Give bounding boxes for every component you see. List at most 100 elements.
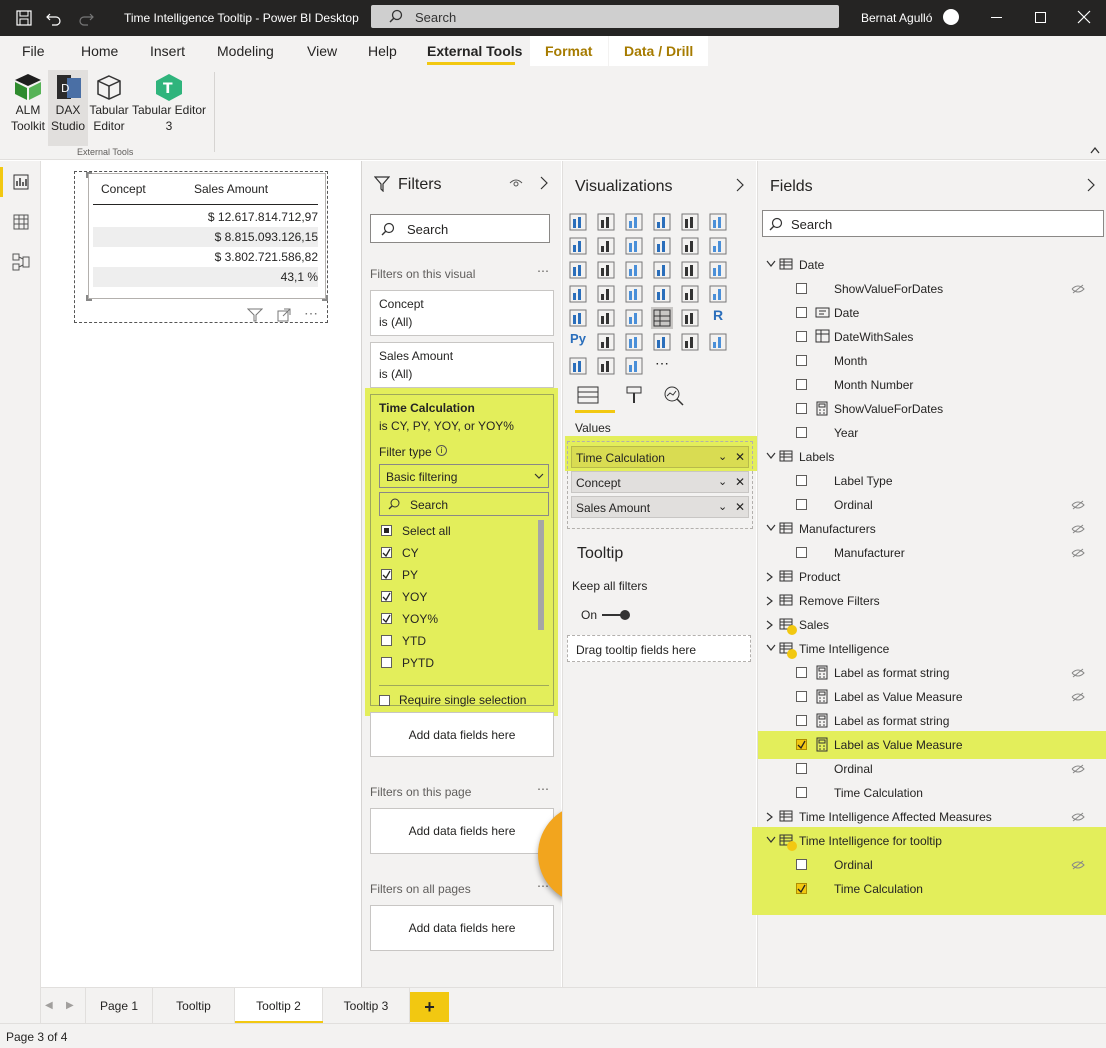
chevron-down-icon[interactable]: ⌄	[718, 450, 727, 463]
list-item[interactable]: PYTD	[381, 652, 531, 674]
add-fields-visual[interactable]: Add data fields here	[370, 712, 554, 757]
field-checkbox[interactable]	[796, 331, 807, 342]
field-checkbox[interactable]	[796, 475, 807, 486]
field-row[interactable]: Label as Value Measure	[758, 733, 1106, 757]
more-options-icon[interactable]: ⋯	[537, 264, 549, 278]
resize-handle[interactable]	[322, 295, 328, 301]
treemap-icon[interactable]	[707, 259, 729, 281]
pie-icon[interactable]	[651, 259, 673, 281]
field-checkbox[interactable]	[796, 691, 807, 702]
add-fields-all-pages[interactable]: Add data fields here	[370, 905, 554, 951]
line-column-icon[interactable]	[651, 235, 673, 257]
field-row[interactable]: Month	[758, 349, 1106, 373]
100-column-icon[interactable]	[707, 211, 729, 233]
data-view-icon[interactable]	[13, 214, 29, 230]
field-checkbox[interactable]	[796, 283, 807, 294]
tab-help[interactable]: Help	[368, 43, 397, 59]
field-checkbox[interactable]	[796, 787, 807, 798]
require-single-checkbox[interactable]	[379, 695, 390, 706]
map-icon[interactable]	[567, 283, 589, 305]
gauge-icon[interactable]	[679, 283, 701, 305]
field-table-row[interactable]: Date	[758, 253, 1106, 277]
field-table-row[interactable]: Labels	[758, 445, 1106, 469]
field-checkbox[interactable]	[796, 715, 807, 726]
field-row[interactable]: Label as Value Measure	[758, 685, 1106, 709]
fields-search-input[interactable]: Search	[762, 210, 1104, 237]
info-icon[interactable]: i	[436, 445, 447, 456]
stacked-bar-icon[interactable]	[567, 211, 589, 233]
field-checkbox[interactable]	[796, 883, 807, 894]
waterfall-icon[interactable]	[567, 259, 589, 281]
well-field-sales-amount[interactable]: Sales Amount ⌄ ✕	[571, 496, 749, 518]
ribbon-icon[interactable]	[707, 235, 729, 257]
decomposition-tree-icon[interactable]	[623, 331, 645, 353]
chevron-right-icon[interactable]	[766, 572, 774, 582]
list-item[interactable]: YOY%	[381, 608, 531, 630]
page-tab-tooltip[interactable]: Tooltip	[153, 988, 235, 1024]
field-table-row[interactable]: Manufacturers	[758, 517, 1106, 541]
chevron-right-icon[interactable]	[766, 620, 774, 630]
tab-modeling[interactable]: Modeling	[217, 43, 274, 59]
area-icon[interactable]	[595, 235, 617, 257]
field-row[interactable]: Time Calculation	[758, 877, 1106, 901]
field-row[interactable]: Manufacturer	[758, 541, 1106, 565]
filter-card-time-calculation[interactable]: Time Calculation is CY, PY, YOY, or YOY%…	[370, 394, 554, 707]
chevron-down-icon[interactable]: ⌄	[718, 500, 727, 513]
format-paint-icon[interactable]	[625, 385, 643, 405]
filters-search-input[interactable]: Search	[370, 214, 550, 243]
stacked-column-icon[interactable]	[595, 211, 617, 233]
field-checkbox[interactable]	[796, 403, 807, 414]
field-row[interactable]: ShowValueForDates	[758, 277, 1106, 301]
field-row[interactable]: Label as format string	[758, 661, 1106, 685]
python-visual-icon[interactable]: Py	[567, 331, 589, 353]
well-field-time-calculation[interactable]: Time Calculation ⌄ ✕	[571, 446, 749, 468]
table-visual[interactable]: Concept Sales Amount $ 12.617.814.712,97…	[86, 172, 328, 301]
key-influencers-icon[interactable]	[595, 331, 617, 353]
slicer-icon[interactable]	[623, 307, 645, 329]
kpi-icon[interactable]	[595, 307, 617, 329]
field-checkbox[interactable]	[796, 763, 807, 774]
drag-tooltip-well[interactable]: Drag tooltip fields here	[567, 635, 751, 662]
r-visual-icon[interactable]: R	[707, 307, 729, 329]
alm-toolkit-button[interactable]: ALM Toolkit	[10, 70, 46, 134]
azure-map-icon[interactable]	[651, 283, 673, 305]
values-scrollbar[interactable]	[538, 520, 544, 630]
more-options-icon[interactable]: ⋯	[537, 782, 549, 796]
field-checkbox[interactable]	[796, 427, 807, 438]
keep-filters-toggle[interactable]	[601, 609, 631, 621]
chevron-right-icon[interactable]	[766, 812, 774, 822]
card-icon[interactable]	[707, 283, 729, 305]
report-view-icon[interactable]	[13, 174, 29, 190]
shape-map-icon[interactable]	[623, 283, 645, 305]
report-canvas[interactable]: Concept Sales Amount $ 12.617.814.712,97…	[41, 161, 361, 987]
avatar[interactable]	[943, 9, 959, 25]
power-apps-2-icon[interactable]	[623, 355, 645, 377]
field-row[interactable]: Ordinal	[758, 853, 1106, 877]
tab-view[interactable]: View	[307, 43, 337, 59]
paginated-icon[interactable]	[707, 331, 729, 353]
chevron-down-icon[interactable]	[766, 836, 776, 844]
redo-icon[interactable]	[78, 10, 94, 26]
line-icon[interactable]	[567, 235, 589, 257]
field-checkbox[interactable]	[796, 547, 807, 558]
clustered-column-icon[interactable]	[651, 211, 673, 233]
clustered-bar-icon[interactable]	[623, 211, 645, 233]
field-table-row[interactable]: Sales	[758, 613, 1106, 637]
value-checkbox[interactable]	[381, 657, 392, 668]
fields-tab-icon[interactable]	[577, 385, 599, 405]
page-tab-1[interactable]: Page 1	[85, 988, 153, 1024]
tab-home[interactable]: Home	[81, 43, 118, 59]
dax-studio-button[interactable]: D DAX Studio	[48, 70, 88, 146]
field-row[interactable]: Year	[758, 421, 1106, 445]
tab-format[interactable]: Format	[545, 43, 592, 59]
power-automate-icon[interactable]	[595, 355, 617, 377]
100-bar-icon[interactable]	[679, 211, 701, 233]
page-tab-tooltip-3[interactable]: Tooltip 3	[323, 988, 410, 1024]
resize-handle[interactable]	[86, 172, 92, 178]
chevron-down-icon[interactable]: ⌄	[718, 475, 727, 488]
donut-icon[interactable]	[679, 259, 701, 281]
tabular-editor-button[interactable]: Tabular Editor	[89, 70, 129, 134]
close-icon[interactable]	[1077, 10, 1091, 24]
tab-data-drill[interactable]: Data / Drill	[624, 43, 693, 59]
field-row[interactable]: Label as format string	[758, 709, 1106, 733]
